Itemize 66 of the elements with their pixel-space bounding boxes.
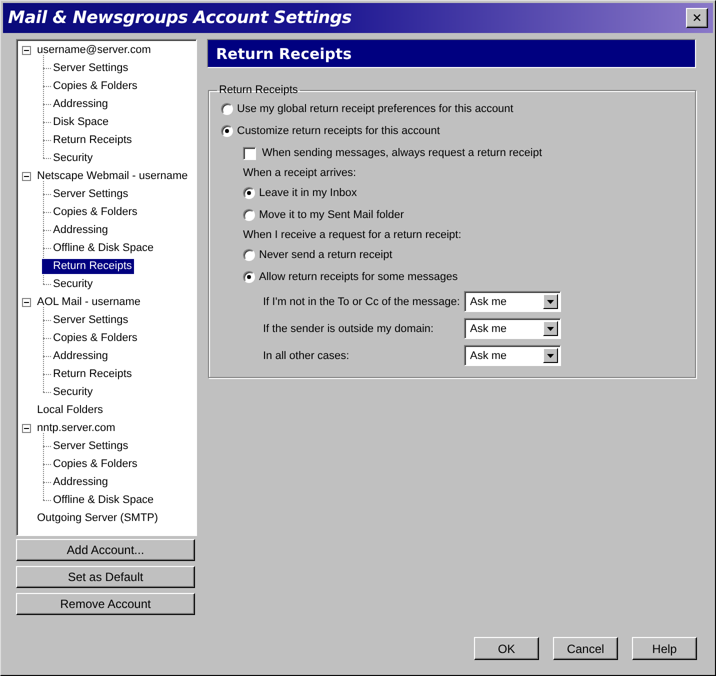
collapse-icon[interactable] <box>22 46 31 54</box>
tree-item[interactable]: Addressing <box>51 348 110 364</box>
tree-item[interactable]: AOL Mail - username <box>35 294 143 310</box>
close-button[interactable]: ✕ <box>686 8 708 28</box>
collapse-icon[interactable] <box>22 172 31 180</box>
radio-label: Never send a return receipt <box>259 249 392 261</box>
checkbox-label: When sending messages, always request a return receipt <box>262 147 542 159</box>
panel-title: Return Receipts <box>207 39 696 68</box>
dropdown-arrow-icon <box>547 326 554 330</box>
tree-item[interactable]: Addressing <box>51 96 110 112</box>
tree-item[interactable]: Outgoing Server (SMTP) <box>35 510 160 526</box>
tree-item[interactable]: Security <box>51 276 95 292</box>
radio-button[interactable] <box>243 249 255 261</box>
tree-item[interactable]: Addressing <box>51 222 110 238</box>
tree-item[interactable]: Netscape Webmail - username <box>35 168 190 184</box>
sidebar-button[interactable]: Set as Default <box>16 566 195 588</box>
tree-item[interactable]: Server Settings <box>51 60 130 76</box>
checkbox[interactable] <box>243 146 256 160</box>
dropdown-arrow-icon <box>547 354 554 358</box>
tree-item[interactable]: Server Settings <box>51 312 130 328</box>
field-label: In all other cases: <box>263 350 350 362</box>
tree-item[interactable]: Copies & Folders <box>51 78 140 94</box>
group-legend: Return Receipts <box>217 84 300 96</box>
dialog-button[interactable]: Help <box>632 637 697 660</box>
collapse-icon[interactable] <box>22 298 31 306</box>
dropdown[interactable]: Ask me <box>464 345 561 366</box>
radio-button[interactable] <box>243 209 255 221</box>
tree-item[interactable]: Server Settings <box>51 438 130 454</box>
window-title: Mail & Newsgroups Account Settings <box>8 8 352 28</box>
dialog-button[interactable]: OK <box>474 637 539 660</box>
tree-item[interactable]: Server Settings <box>51 186 130 202</box>
radio-label: Use my global return receipt preferences for this account <box>237 103 514 115</box>
sidebar-button[interactable]: Remove Account <box>16 593 195 615</box>
section-label: When I receive a request for a return receipt: <box>243 229 462 241</box>
tree-item[interactable]: Return Receipts <box>51 366 134 382</box>
radio-button[interactable] <box>221 125 233 137</box>
tree-item[interactable]: Return Receipts <box>42 258 134 274</box>
section-label: When a receipt arrives: <box>243 167 356 179</box>
tree-item[interactable]: Offline & Disk Space <box>51 240 156 256</box>
dropdown[interactable]: Ask me <box>464 318 561 339</box>
tree-item[interactable]: Disk Space <box>51 114 111 130</box>
radio-button[interactable] <box>243 187 255 199</box>
radio-button[interactable] <box>221 103 233 115</box>
collapse-icon[interactable] <box>22 424 31 432</box>
sidebar-button[interactable]: Add Account... <box>16 539 195 561</box>
tree-item[interactable]: Copies & Folders <box>51 330 140 346</box>
radio-label: Move it to my Sent Mail folder <box>259 209 404 221</box>
dialog-button[interactable]: Cancel <box>553 637 618 660</box>
tree-item[interactable]: Copies & Folders <box>51 204 140 220</box>
tree-item[interactable]: username@server.com <box>35 42 153 58</box>
field-label: If I'm not in the To or Cc of the message: <box>263 296 461 308</box>
tree-item[interactable]: Offline & Disk Space <box>51 492 156 508</box>
tree-item[interactable]: Copies & Folders <box>51 456 140 472</box>
radio-button[interactable] <box>243 271 255 283</box>
field-label: If the sender is outside my domain: <box>263 322 435 334</box>
tree-item[interactable]: Addressing <box>51 474 110 490</box>
tree-item[interactable]: Return Receipts <box>51 132 134 148</box>
radio-label: Customize return receipts for this account <box>237 125 440 137</box>
tree-item[interactable]: Local Folders <box>35 402 106 418</box>
dropdown[interactable]: Ask me <box>464 291 561 312</box>
tree-item[interactable]: nntp.server.com <box>35 420 118 436</box>
tree-item[interactable]: Security <box>51 150 95 166</box>
radio-label: Leave it in my Inbox <box>259 187 357 199</box>
dropdown-arrow-icon <box>547 300 554 304</box>
radio-label: Allow return receipts for some messages <box>259 271 458 283</box>
tree-item[interactable]: Security <box>51 384 95 400</box>
